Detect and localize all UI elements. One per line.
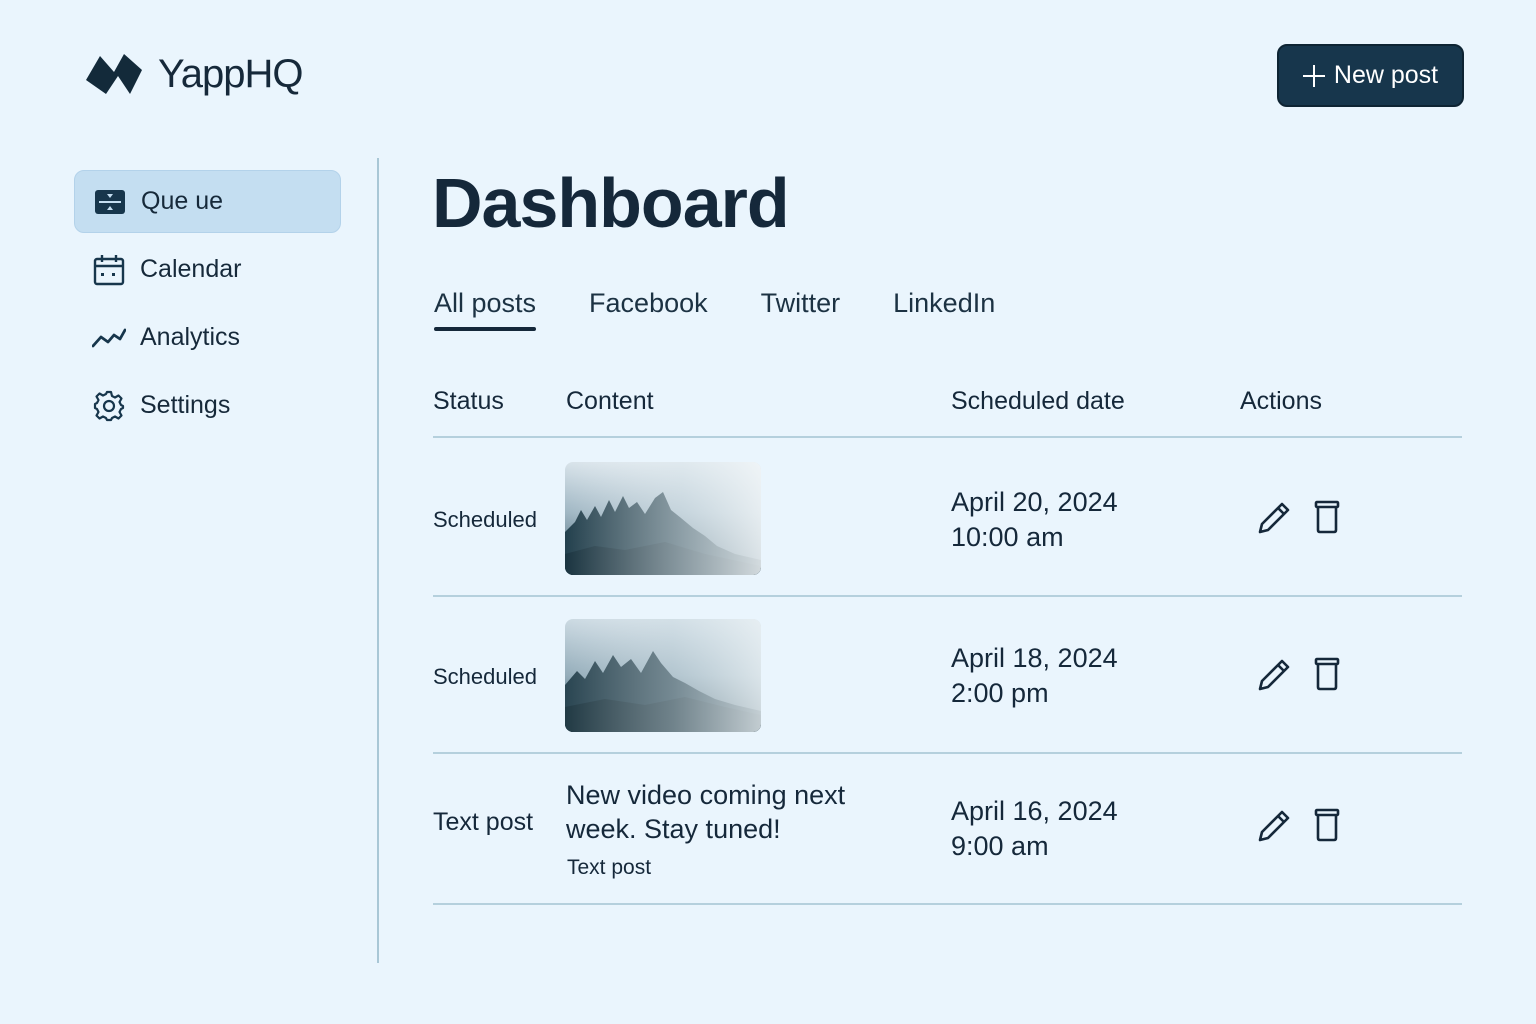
scheduled-time: 9:00 am: [951, 831, 1049, 861]
sidebar-item-label: Calendar: [140, 255, 242, 283]
sidebar-item-label: Settings: [140, 391, 231, 419]
scheduled-date: April 20, 2024 10:00 am: [951, 485, 1118, 555]
edit-button[interactable]: [1256, 655, 1292, 693]
tab-all-posts[interactable]: All posts: [434, 288, 537, 331]
delete-button[interactable]: [1309, 655, 1345, 693]
row-status: Scheduled: [433, 664, 537, 689]
tab-linkedin[interactable]: LinkedIn: [893, 288, 995, 331]
row-divider: [433, 903, 1462, 905]
analytics-icon: [92, 321, 126, 355]
delete-button[interactable]: [1309, 498, 1345, 536]
scheduled-date: April 16, 2024 9:00 am: [951, 794, 1118, 864]
scheduled-time: 2:00 pm: [951, 678, 1049, 708]
trash-icon: [1314, 500, 1340, 534]
page-title: Dashboard: [432, 164, 790, 242]
new-post-button[interactable]: New post: [1277, 44, 1464, 107]
pencil-icon: [1258, 502, 1290, 534]
gear-icon: [92, 389, 126, 423]
scheduled-time: 10:00 am: [951, 522, 1064, 552]
edit-button[interactable]: [1256, 806, 1292, 844]
table-header-divider: [433, 436, 1462, 438]
post-thumbnail[interactable]: [565, 462, 761, 575]
column-header-status[interactable]: Status: [433, 387, 504, 416]
app-name: YappHQ: [158, 51, 303, 96]
calendar-icon: [92, 253, 126, 287]
post-thumbnail[interactable]: [565, 619, 761, 732]
sidebar-item-calendar[interactable]: Calendar: [74, 238, 341, 301]
column-header-actions: Actions: [1240, 387, 1322, 415]
scheduled-date-day: April 16, 2024: [951, 796, 1118, 826]
tab-facebook[interactable]: Facebook: [589, 288, 708, 331]
sidebar-nav: Que ue Calendar Analytics Settings: [74, 170, 341, 442]
sidebar-item-analytics[interactable]: Analytics: [74, 306, 341, 369]
pencil-icon: [1258, 659, 1290, 691]
tab-twitter[interactable]: Twitter: [761, 288, 841, 331]
platform-tabs: All posts Facebook Twitter LinkedIn: [434, 288, 1048, 331]
new-post-label: New post: [1333, 61, 1439, 89]
column-header-content[interactable]: Content: [566, 387, 654, 416]
post-text-line: week. Stay tuned!: [566, 814, 781, 844]
sidebar-item-settings[interactable]: Settings: [74, 374, 341, 437]
app-logo[interactable]: YappHQ: [84, 50, 303, 98]
scheduled-date-day: April 20, 2024: [951, 487, 1118, 517]
edit-button[interactable]: [1256, 498, 1292, 536]
delete-button[interactable]: [1309, 806, 1345, 844]
queue-icon: [93, 185, 127, 219]
scheduled-date-day: April 18, 2024: [951, 643, 1118, 673]
plus-icon: [1302, 64, 1325, 87]
post-type-label: Text post: [567, 856, 652, 879]
post-text-line: New video coming next: [566, 780, 846, 810]
sidebar-item-label: Analytics: [140, 323, 241, 351]
pencil-icon: [1258, 810, 1290, 842]
trash-icon: [1314, 808, 1340, 842]
sidebar-item-queue[interactable]: Que ue: [74, 170, 341, 233]
sidebar-divider: [377, 158, 379, 963]
column-header-scheduled-date[interactable]: Scheduled date: [951, 387, 1125, 416]
row-status: Text post: [433, 808, 534, 836]
sidebar-item-label: Que ue: [141, 187, 224, 215]
scheduled-date: April 18, 2024 2:00 pm: [951, 641, 1118, 711]
row-divider: [433, 595, 1462, 597]
row-divider: [433, 752, 1462, 754]
post-text-content[interactable]: New video coming next week. Stay tuned!: [566, 778, 896, 846]
yapphq-logo-icon: [86, 54, 142, 94]
trash-icon: [1314, 657, 1340, 691]
row-status: Scheduled: [433, 507, 537, 532]
